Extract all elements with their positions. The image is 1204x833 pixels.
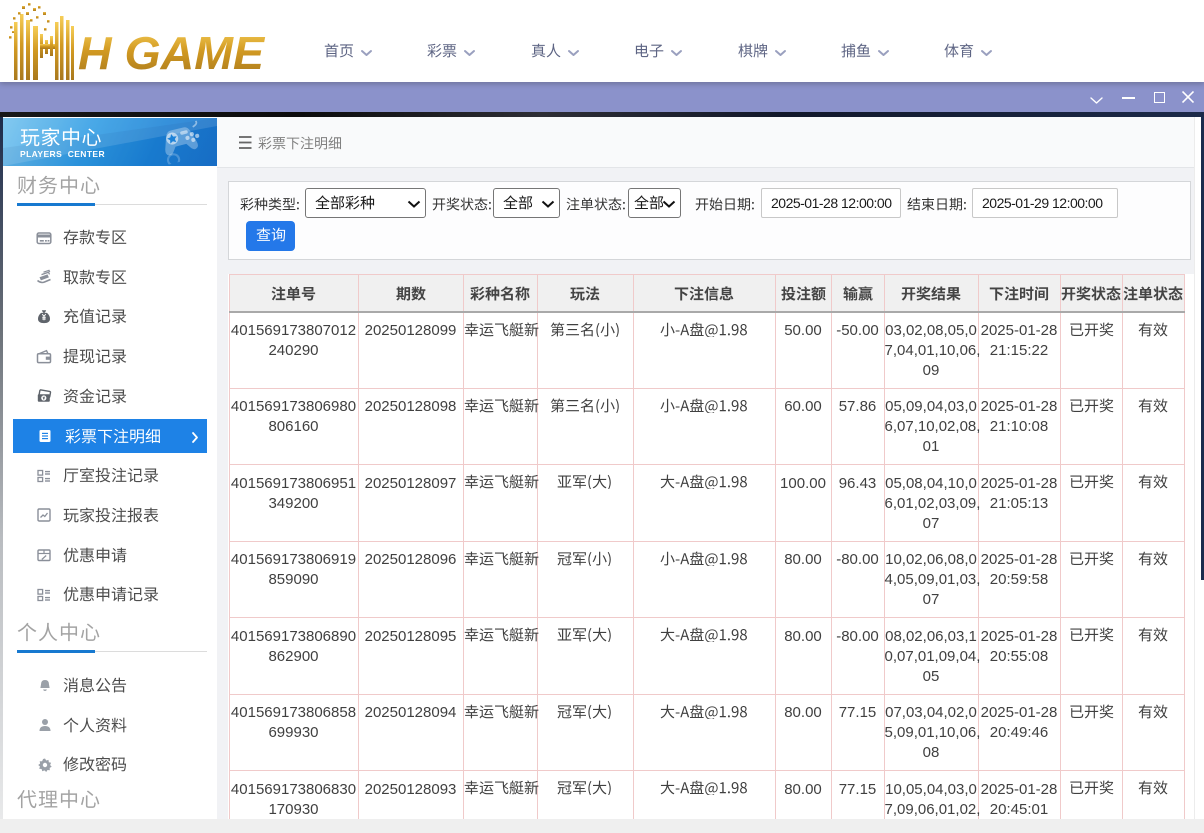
svg-text:H GAME: H GAME xyxy=(78,28,265,74)
